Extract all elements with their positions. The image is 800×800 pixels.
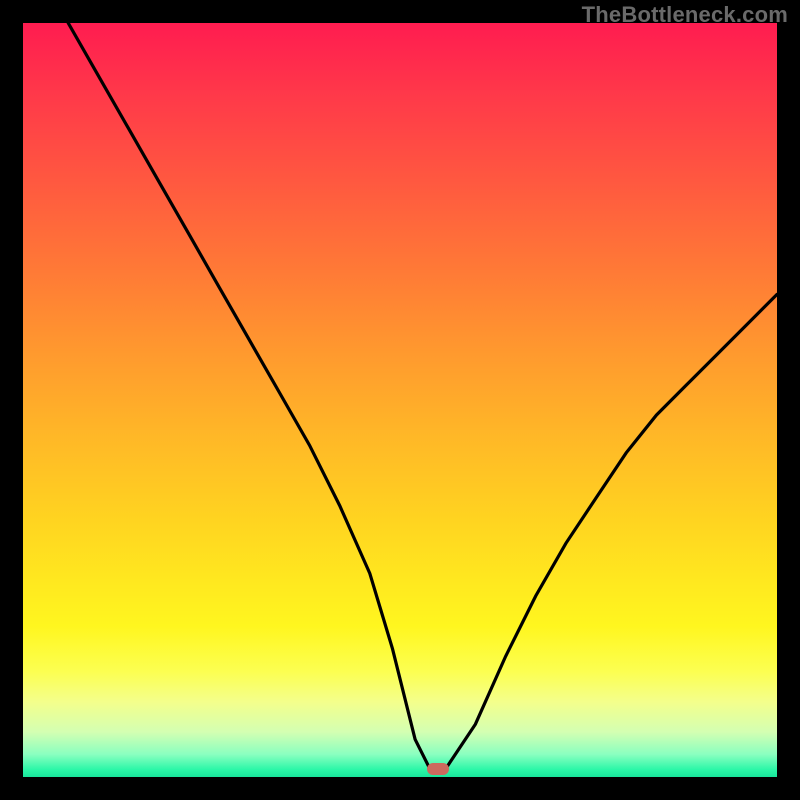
chart-frame: TheBottleneck.com: [0, 0, 800, 800]
optimal-point-marker: [427, 763, 449, 775]
bottleneck-curve: [23, 23, 777, 777]
plot-area: [23, 23, 777, 777]
watermark-text: TheBottleneck.com: [582, 2, 788, 28]
